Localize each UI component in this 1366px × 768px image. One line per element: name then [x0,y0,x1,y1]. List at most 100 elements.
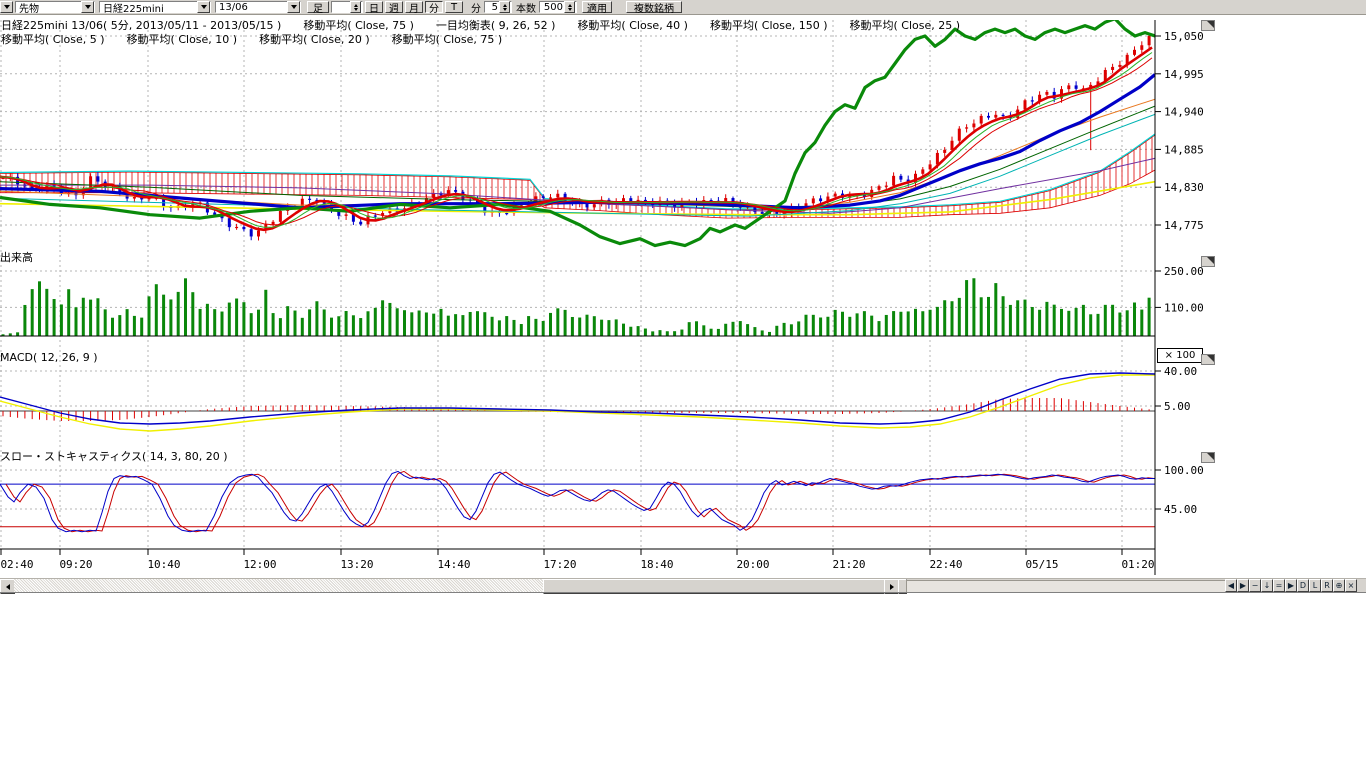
chevron-down-icon[interactable] [81,1,94,13]
volume-bar [228,303,231,336]
volume-bar [469,312,472,336]
axis-label: 14,940 [1164,106,1204,119]
candle-body [1002,115,1005,116]
mini-button[interactable]: ▶ [1237,579,1249,592]
minute-button[interactable]: 分 [425,1,443,13]
volume-bar [53,299,56,336]
candle-body [994,115,997,118]
legend-item: 移動平均( Close, 75 ) [392,33,503,46]
volume-bar [659,330,662,336]
volume-bar [388,303,391,336]
mini-button[interactable]: ↓ [1261,579,1273,592]
volume-bar [257,310,260,336]
macd-panel [0,373,1155,431]
candle-body [819,198,822,201]
candle-body [929,164,932,169]
volume-bar [1038,310,1041,336]
mini-button[interactable]: ◀ [1225,579,1237,592]
volume-bar [1067,311,1070,336]
stoch-panel [0,471,1155,531]
volume-bar [856,313,859,336]
volume-bar [527,316,530,336]
volume-bar [1133,303,1136,336]
volume-bar [242,302,245,336]
cloud-bottom-border [0,170,1155,218]
scrollbar-track[interactable] [14,579,543,592]
weekly-button[interactable]: 週 [385,1,403,13]
axis-label: 14,995 [1164,68,1204,81]
volume-bar [118,315,121,336]
multi-symbol-button[interactable]: 複数銘柄 [626,1,682,13]
volume-bar [899,312,902,336]
spinner-icon[interactable] [499,1,510,13]
volume-bar [199,309,202,336]
volume-bar [177,292,180,336]
daily-button[interactable]: 日 [365,1,383,13]
volume-bar [615,319,618,336]
legend-row-2: 移動平均( Close, 5 )移動平均( Close, 10 )移動平均( C… [1,31,524,47]
instrument-type-select[interactable]: 先物 [15,1,95,13]
mini-button[interactable]: R [1321,579,1333,592]
mini-button[interactable]: D [1297,579,1309,592]
volume-bar [666,331,669,336]
candle-body [972,124,975,128]
candle-body [980,116,983,124]
volume-bar [440,309,443,336]
volume-bar [38,281,41,336]
mini-button[interactable]: = [1273,579,1285,592]
volume-bar [805,315,808,336]
corner-arrow-icon [1207,453,1214,460]
spinner-icon[interactable] [564,1,575,13]
bar-type-button[interactable]: 足 [307,1,329,13]
macd-panel-menu-button[interactable] [1201,354,1215,365]
spinner-icon[interactable] [350,1,361,13]
volume-panel-menu-button[interactable] [1201,256,1215,267]
bar-type-field[interactable] [331,1,363,13]
volume-bar [1104,305,1107,336]
minutes-value: 5 [492,2,498,13]
chart-canvas[interactable]: 15,05014,99514,94014,88514,83014,775250.… [0,15,1366,592]
volume-bar [432,314,435,336]
volume-bar [206,304,209,336]
contract-month-select[interactable]: 13/06 [215,1,301,13]
candle-body [359,222,362,225]
axis-label: 45.00 [1164,503,1197,516]
volume-bar [454,314,457,336]
volume-bar [1016,300,1019,336]
instrument-type-value: 先物 [19,0,79,15]
volume-bar [126,309,129,336]
mini-button[interactable]: ⊕ [1333,579,1345,592]
instrument-select[interactable]: 日経225mini [99,1,211,13]
time-label: 13:20 [340,558,373,571]
tick-button[interactable]: T [445,1,463,13]
volume-bar [67,289,70,336]
apply-button[interactable]: 適用 [582,1,612,13]
volume-bar [1082,305,1085,336]
volume-bar [987,297,990,336]
mini-button[interactable]: L [1309,579,1321,592]
candle-body [878,186,881,190]
macd-panel-label: MACD( 12, 26, 9 ) [0,351,98,364]
candle-body [987,116,990,118]
volume-bar [812,315,815,336]
stoch-panel-menu-button[interactable] [1201,452,1215,463]
volume-bar [133,316,136,336]
leftmost-dropdown-button[interactable] [0,1,13,13]
mini-button[interactable]: ▶ [1285,579,1297,592]
bars-input[interactable]: 500 [539,1,577,13]
price-panel-menu-button[interactable] [1201,20,1215,31]
volume-bar [651,331,654,336]
chevron-down-icon[interactable] [287,1,300,13]
bars-value: 500 [544,2,563,13]
mini-button[interactable]: × [1345,579,1357,592]
volume-bar [155,284,158,336]
chevron-down-icon[interactable] [197,1,210,13]
monthly-button[interactable]: 月 [405,1,423,13]
minutes-input[interactable]: 5 [484,1,512,13]
volume-bar [542,321,545,336]
bottom-scrollbar-row: ◀▶−↓=▶DLR⊕× [0,578,1366,593]
volume-bar [272,313,275,336]
mini-button[interactable]: − [1249,579,1261,592]
time-label: 10:40 [147,558,180,571]
axis-label: 100.00 [1164,464,1204,477]
